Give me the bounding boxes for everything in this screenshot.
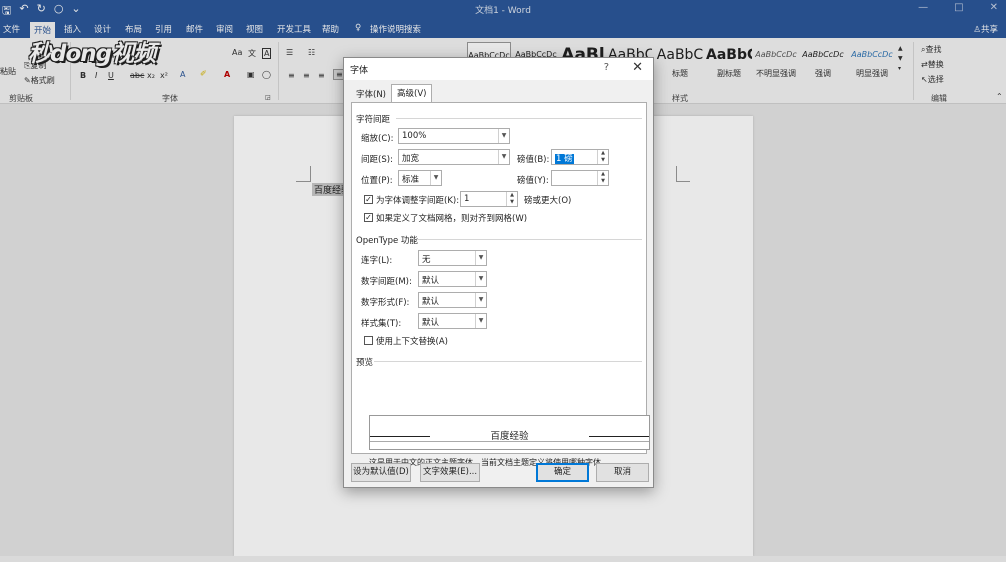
stylistic-sets-combo[interactable]: 默认 ▼ [418, 313, 487, 329]
spacing-label: 间距(S): [361, 155, 393, 165]
spacing-by-label: 磅值(B): [517, 155, 550, 165]
set-default-button[interactable]: 设为默认值(D) [351, 463, 411, 482]
kerning-suffix: 磅或更大(O) [524, 196, 572, 206]
spin-up-icon[interactable]: ▲ [506, 192, 517, 199]
cancel-button[interactable]: 取消 [596, 463, 649, 482]
close-icon[interactable]: ✕ [632, 60, 643, 75]
opentype-section: OpenType 功能 [356, 236, 418, 246]
preview-rule [589, 436, 649, 437]
ok-button[interactable]: 确定 [536, 463, 589, 482]
section-divider [374, 361, 642, 362]
text-effects-button[interactable]: 文字效果(E)... [420, 463, 480, 482]
preview-text: 百度经验 [490, 431, 529, 442]
scale-label: 缩放(C): [361, 134, 394, 144]
number-forms-combo[interactable]: 默认 ▼ [418, 292, 487, 308]
snap-grid-checkbox[interactable]: ✓ [364, 213, 373, 222]
preview-section: 预览 [356, 358, 374, 368]
spin-down-icon[interactable]: ▼ [506, 199, 517, 206]
scale-combo[interactable]: 100% ▼ [398, 128, 510, 144]
chevron-down-icon: ▼ [430, 171, 441, 185]
snap-grid-label: 如果定义了文档网格，则对齐到网格(W) [376, 214, 528, 224]
position-label: 位置(P): [361, 176, 393, 186]
contextual-alternates-label: 使用上下文替换(A) [376, 337, 448, 347]
char-spacing-section: 字符间距 [356, 115, 391, 125]
number-spacing-label: 数字间距(M): [361, 277, 412, 287]
dialog-title-bar: 字体 ? ✕ [344, 58, 653, 80]
advanced-panel: 字符间距 缩放(C): 100% ▼ 间距(S): 加宽 ▼ 磅值(B): 1 磅 … [351, 102, 650, 467]
spacing-by-spinner[interactable]: 1 磅 ▲ ▼ [551, 149, 609, 165]
chevron-down-icon: ▼ [475, 293, 486, 307]
kerning-label: 为字体调整字间距(K): [376, 196, 460, 206]
dialog-title: 字体 [350, 66, 369, 76]
spin-up-icon[interactable]: ▲ [597, 150, 608, 157]
chevron-down-icon: ▼ [475, 272, 486, 286]
section-divider [418, 239, 642, 240]
preview-box: 百度经验 [369, 415, 650, 450]
chevron-down-icon: ▼ [475, 251, 486, 265]
tab-advanced[interactable]: 高级(V) [391, 84, 433, 103]
chevron-down-icon: ▼ [498, 150, 509, 164]
number-spacing-combo[interactable]: 默认 ▼ [418, 271, 487, 287]
stylistic-sets-label: 样式集(T): [361, 319, 402, 329]
position-by-spinner[interactable]: ▲ ▼ [551, 170, 609, 186]
section-divider [396, 118, 642, 119]
help-icon[interactable]: ? [604, 62, 609, 73]
spin-up-icon[interactable]: ▲ [597, 171, 608, 178]
spin-down-icon[interactable]: ▼ [597, 178, 608, 185]
spin-down-icon[interactable]: ▼ [597, 157, 608, 164]
font-dialog: 字体 ? ✕ 字体(N) 高级(V) 字符间距 缩放(C): 100% ▼ 间距(… [343, 57, 654, 488]
ligatures-label: 连字(L): [361, 256, 393, 266]
kerning-checkbox[interactable]: ✓ [364, 195, 373, 204]
contextual-alternates-checkbox[interactable] [364, 336, 373, 345]
tab-font[interactable]: 字体(N) [351, 86, 391, 102]
preview-baseline [370, 441, 649, 442]
chevron-down-icon: ▼ [475, 314, 486, 328]
spacing-combo[interactable]: 加宽 ▼ [398, 149, 510, 165]
chevron-down-icon: ▼ [498, 129, 509, 143]
position-combo[interactable]: 标准 ▼ [398, 170, 442, 186]
number-forms-label: 数字形式(F): [361, 298, 410, 308]
kerning-spinner[interactable]: 1 ▲ ▼ [460, 191, 518, 207]
ligatures-combo[interactable]: 无 ▼ [418, 250, 487, 266]
position-by-label: 磅值(Y): [517, 176, 549, 186]
